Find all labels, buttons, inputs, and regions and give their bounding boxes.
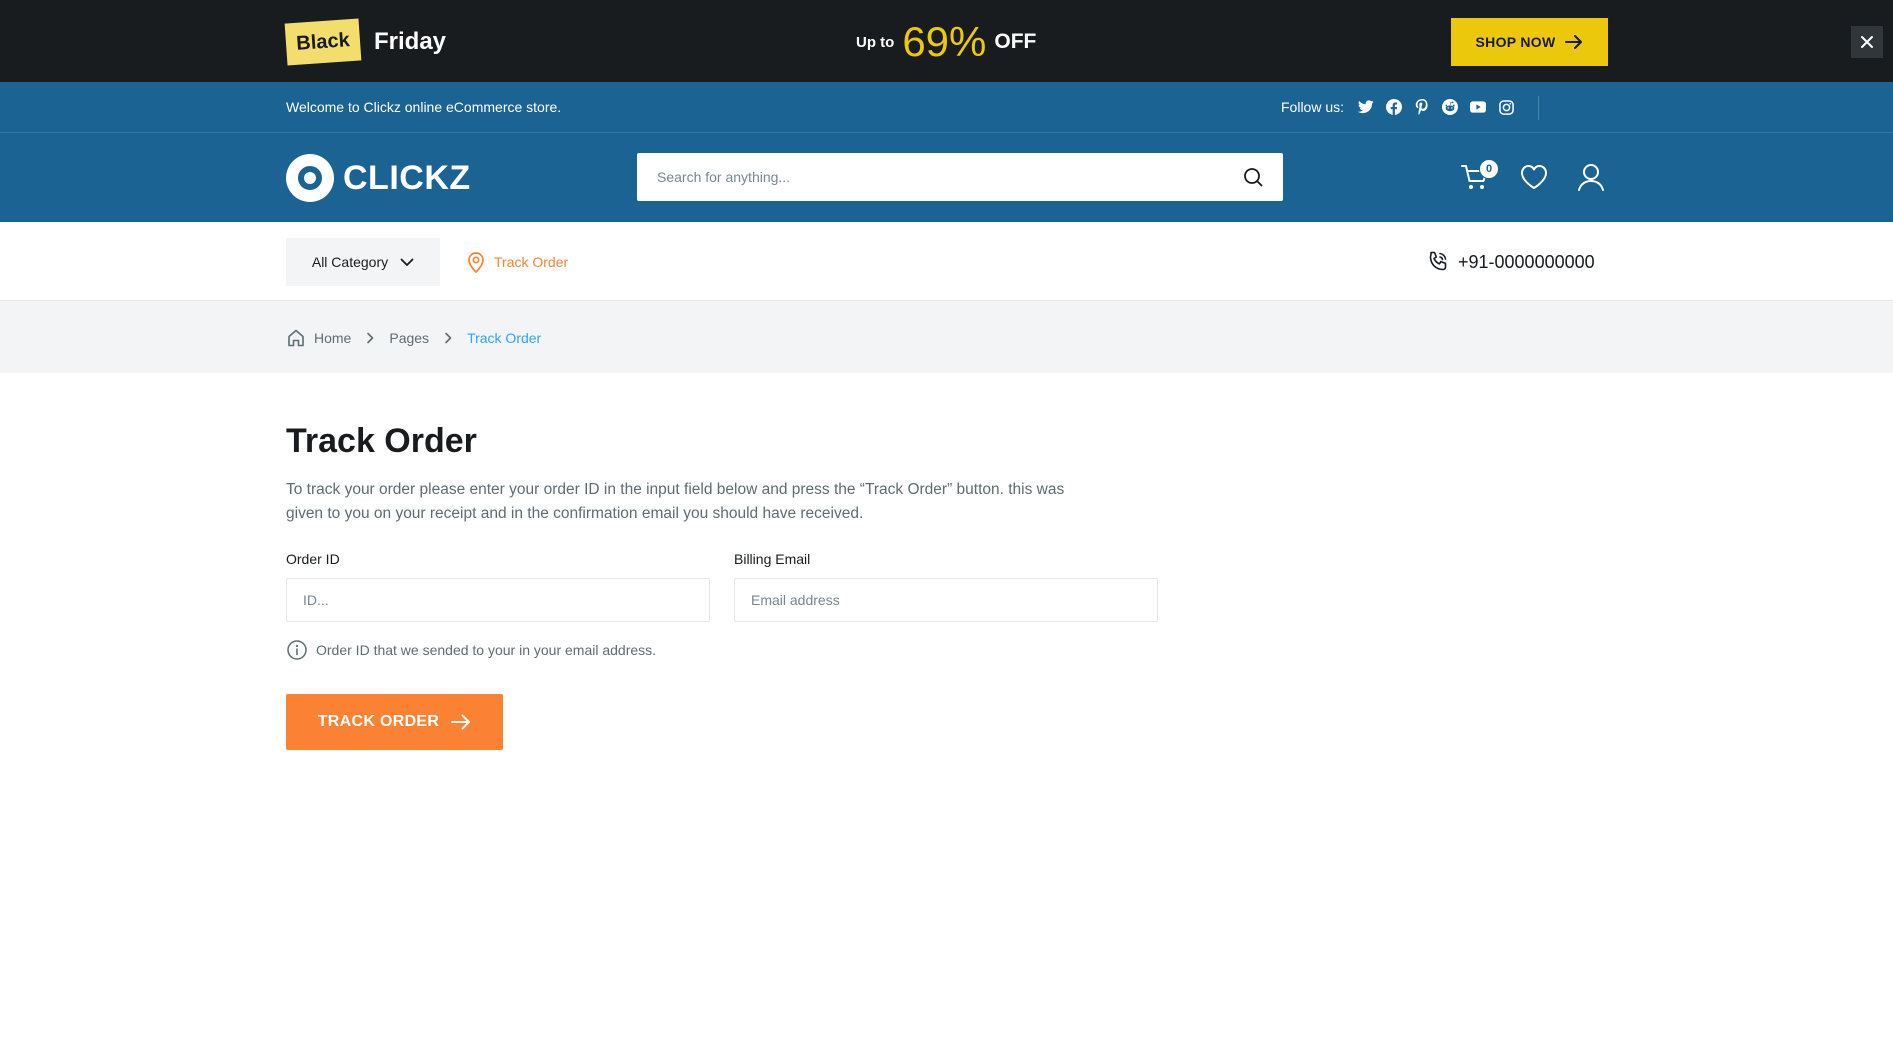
follow-label: Follow us: xyxy=(1281,99,1345,115)
instagram-icon[interactable] xyxy=(1498,99,1514,115)
shop-now-button[interactable]: SHOP NOW xyxy=(1451,18,1608,66)
twitter-icon[interactable] xyxy=(1358,99,1374,115)
arrow-right-icon xyxy=(1565,35,1583,49)
track-order-button[interactable]: TRACK ORDER xyxy=(286,694,503,750)
promo-off: OFF xyxy=(994,30,1037,53)
breadcrumb: Home Pages Track Order xyxy=(286,327,541,349)
nav-track-order-link[interactable]: Track Order xyxy=(466,251,568,273)
main-header: CLICKZ xyxy=(0,133,1893,222)
promo-percent: 69% xyxy=(902,18,987,65)
promo-offer: Up to 69% OFF xyxy=(856,18,1036,66)
map-pin-icon xyxy=(468,252,484,273)
order-id-hint-text: Order ID that we sended to your in your … xyxy=(316,642,657,658)
track-order-button-label: TRACK ORDER xyxy=(317,713,440,730)
search-input[interactable] xyxy=(637,153,1227,201)
close-icon xyxy=(1861,36,1873,48)
all-category-label: All Category xyxy=(311,254,389,270)
promo-title: Friday xyxy=(374,28,447,55)
shop-now-label: SHOP NOW xyxy=(1475,34,1556,50)
search-icon[interactable] xyxy=(1237,161,1269,193)
order-id-input[interactable] xyxy=(286,578,710,622)
facebook-icon[interactable] xyxy=(1386,99,1403,115)
arrow-right-icon xyxy=(451,714,471,730)
topbar-divider xyxy=(1538,96,1539,120)
welcome-text: Welcome to Clickz online eCommerce store… xyxy=(286,99,562,115)
promo-banner: Black Friday Up to 69% OFF SHOP NOW xyxy=(0,0,1893,82)
promo-badge: Black xyxy=(284,18,362,66)
billing-email-label: Billing Email xyxy=(734,551,811,567)
top-info-bar: Welcome to Clickz online eCommerce store… xyxy=(0,82,1893,133)
billing-email-input[interactable] xyxy=(734,578,1158,622)
pinterest-icon[interactable] xyxy=(1414,99,1430,115)
close-promo-button[interactable] xyxy=(1851,26,1883,58)
cart-count-badge: 0 xyxy=(1479,159,1499,179)
social-links: Follow us: xyxy=(1281,97,1514,117)
page-title: Track Order xyxy=(286,422,477,460)
site-logo[interactable]: CLICKZ xyxy=(286,154,471,202)
phone-call-icon xyxy=(1429,251,1447,271)
all-category-dropdown[interactable]: All Category xyxy=(286,238,440,286)
promo-up-to: Up to xyxy=(856,33,895,51)
home-icon[interactable] xyxy=(286,328,306,348)
youtube-icon[interactable] xyxy=(1470,99,1487,115)
logo-text: CLICKZ xyxy=(343,158,471,197)
breadcrumb-home[interactable]: Home xyxy=(314,330,351,346)
info-icon xyxy=(287,640,307,660)
breadcrumb-pages[interactable]: Pages xyxy=(389,330,429,346)
heart-icon[interactable] xyxy=(1518,161,1550,193)
nav-bar: All Category Track Order +91-0000000000 xyxy=(0,222,1893,301)
reddit-icon[interactable] xyxy=(1442,99,1459,115)
page-description: To track your order please enter your or… xyxy=(286,481,1065,522)
breadcrumb-bar: Home Pages Track Order xyxy=(0,301,1893,373)
logo-icon xyxy=(286,154,334,202)
nav-track-order-label: Track Order xyxy=(494,254,569,270)
breadcrumb-current: Track Order xyxy=(467,330,542,346)
order-id-label: Order ID xyxy=(286,551,340,567)
order-id-hint: Order ID that we sended to your in your … xyxy=(286,639,656,661)
user-icon[interactable] xyxy=(1575,161,1607,193)
phone-number: +91-0000000000 xyxy=(1458,251,1595,272)
search-box xyxy=(637,153,1283,201)
chevron-down-icon xyxy=(400,258,414,266)
phone-contact[interactable]: +91-0000000000 xyxy=(1426,249,1595,275)
chevron-right-icon xyxy=(367,332,374,344)
chevron-right-icon xyxy=(445,332,452,344)
